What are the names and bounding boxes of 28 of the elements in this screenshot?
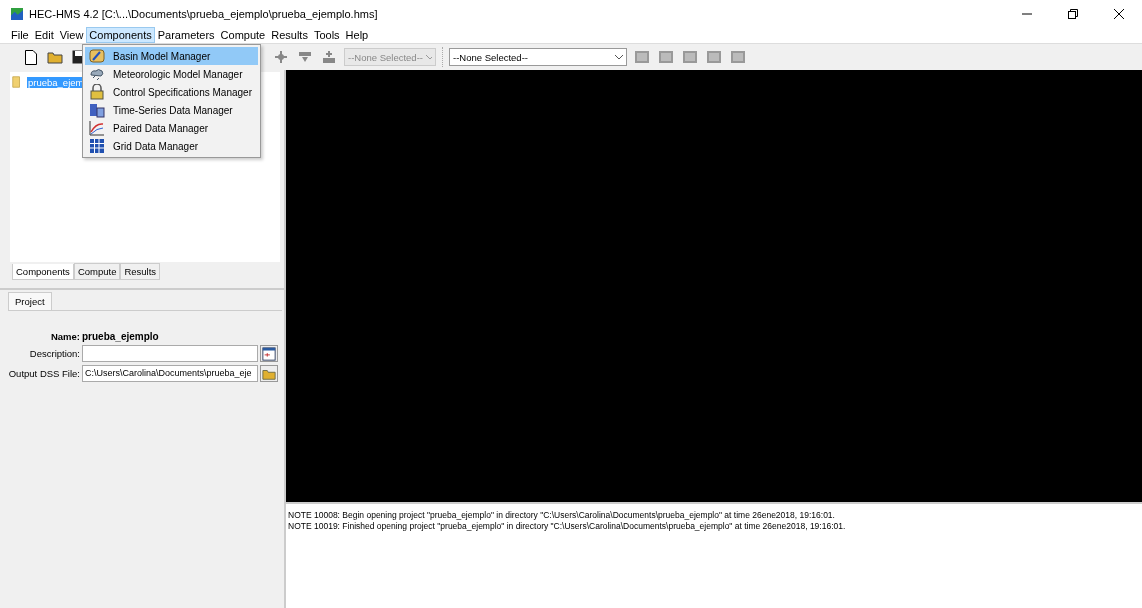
log-message: NOTE 10019: Finished opening project "prueba_ejemplo" in directory "C:\Users\Carolina\Documents\prueba_ejemplo" at time 26ene2018, 19:16:01.: [288, 521, 847, 532]
menu-item[interactable]: Parameters: [154, 27, 218, 43]
window-title: HEC-HMS 4.2 [C:\...\Documents\prueba_ejemplo\prueba_ejemplo.hms]: [29, 7, 378, 20]
menu-item[interactable]: Tools: [310, 27, 343, 43]
menu-item[interactable]: Results: [268, 27, 311, 43]
field-label: Name:: [49, 331, 80, 342]
model-select[interactable]: --None Selected--: [449, 48, 627, 66]
field-label: Description:: [28, 348, 80, 359]
menu-item[interactable]: Meteorologic Model Manager: [85, 65, 258, 83]
name-value: prueba_ejemplo: [82, 331, 160, 342]
tab[interactable]: Compute: [73, 263, 121, 280]
menu-item[interactable]: View: [56, 27, 87, 43]
menu-item[interactable]: Time-Series Data Manager: [85, 101, 258, 119]
menu-item[interactable]: Paired Data Manager: [85, 119, 258, 137]
menu-item[interactable]: Compute: [217, 27, 269, 43]
input-field[interactable]: C:\Users\Carolina\Documents\prueba_eje: [82, 365, 258, 382]
menu-item[interactable]: File: [8, 27, 32, 43]
menu-item[interactable]: Control Specifications Manager: [85, 83, 258, 101]
log-message: NOTE 10008: Begin opening project "prueba_ejemplo" in directory "C:\Users\Carolina\Documents\prueba_ejemplo" at time 26ene2018, 19:16:01.: [288, 510, 836, 521]
tab[interactable]: Results: [120, 263, 161, 280]
menu-item[interactable]: Components: [86, 27, 155, 43]
field-label: Output DSS File:: [8, 368, 80, 379]
menu-item[interactable]: Help: [342, 27, 372, 43]
tab[interactable]: Project: [8, 292, 52, 310]
menu-item[interactable]: Basin Model Manager: [85, 47, 258, 65]
tab[interactable]: Components: [12, 264, 74, 280]
menu-item[interactable]: Grid Data Manager: [85, 137, 258, 155]
menu-item[interactable]: Edit: [31, 27, 57, 43]
